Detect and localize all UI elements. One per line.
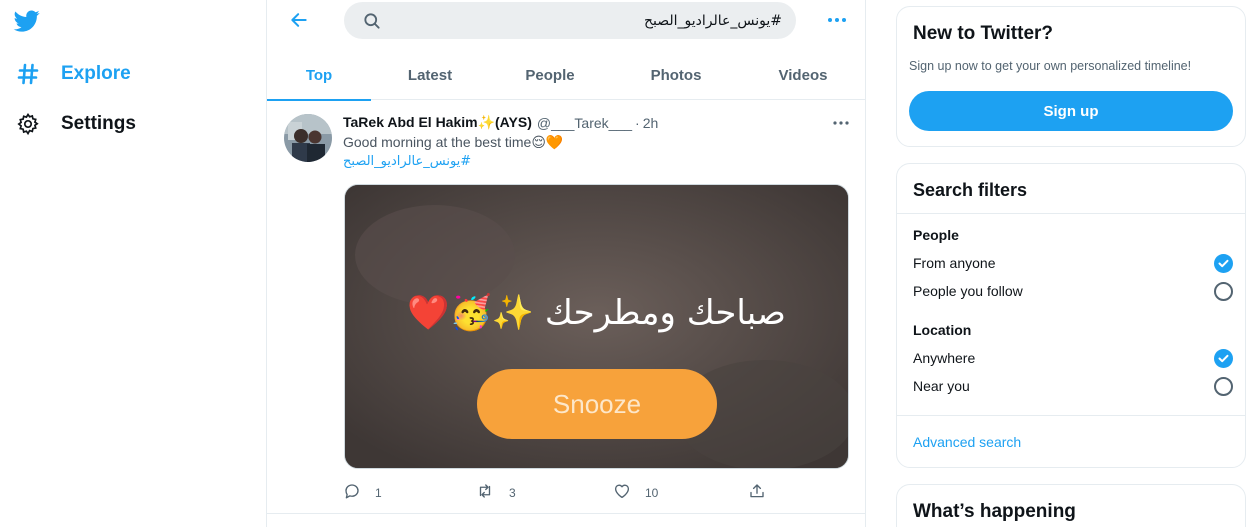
retweet-icon [475,482,509,503]
advanced-search-link[interactable]: Advanced search [913,434,1021,450]
signup-card-title: New to Twitter? [913,23,1054,44]
filter-people-you-follow[interactable]: People you follow [913,280,1233,302]
tweet[interactable]: TaRek Abd El Hakim✨(AYS) @___Tarek___ · … [267,100,865,514]
people-filter-label: People [913,227,959,243]
search-header [267,0,865,44]
main-column: Top Latest People Photos Videos TaRek Ab… [266,0,866,527]
reply-count: 1 [375,485,382,500]
share-button[interactable] [748,482,780,503]
snooze-button-graphic: Snooze [477,369,717,439]
avatar[interactable] [284,114,332,162]
whats-happening-title: What’s happening [913,501,1076,522]
next-tweet-preview[interactable] [267,515,865,527]
radio-unchecked-icon[interactable] [1214,376,1233,396]
radio-checked-icon[interactable] [1214,348,1233,368]
reply-icon [343,482,375,503]
filter-from-anyone[interactable]: From anyone [913,252,1233,274]
search-tabs: Top Latest People Photos Videos [267,50,865,101]
tab-photos[interactable]: Photos [611,50,741,100]
signup-card-subtitle: Sign up now to get your own personalized… [909,59,1192,73]
search-icon [362,11,382,31]
divider [897,213,1245,214]
tweet-text: Good morning at the best time😌🧡 [343,134,564,150]
search-bar[interactable] [344,2,796,39]
reply-button[interactable]: 1 [343,482,382,503]
nav-item-label: Settings [61,113,136,134]
tab-videos[interactable]: Videos [741,50,865,100]
radio-checked-icon[interactable] [1214,253,1233,273]
share-icon [748,482,780,503]
signup-card: New to Twitter? Sign up now to get your … [896,6,1246,147]
tweet-more-icon[interactable] [829,114,853,132]
tweet-media-image[interactable]: صباحك ومطرحك ✨🥳❤️ Snooze [344,184,849,469]
location-filter-label: Location [913,322,972,338]
nav-item-explore[interactable]: Explore [14,58,131,90]
divider [897,415,1245,416]
tweet-header: TaRek Abd El Hakim✨(AYS) @___Tarek___ · … [343,114,658,131]
gear-icon [14,110,42,138]
more-options-icon[interactable] [823,8,851,32]
radio-unchecked-icon[interactable] [1214,281,1233,301]
search-filters-card: Search filters People From anyone People… [896,163,1246,468]
hashtag-icon [14,60,42,88]
left-navigation: Explore Settings [0,0,266,527]
tweet-hashtag-link[interactable]: #يونس_عالراديو_الصبح [343,154,471,169]
tweet-separator: · [635,114,640,131]
back-arrow-icon[interactable] [285,6,313,34]
search-filters-title: Search filters [913,180,1028,200]
twitter-bird-icon[interactable] [12,8,42,34]
tweet-author-name[interactable]: TaRek Abd El Hakim✨(AYS) [343,114,532,131]
retweet-count: 3 [509,485,516,500]
tweet-author-handle[interactable]: @___Tarek___ [537,115,632,131]
search-input[interactable] [392,12,782,29]
tab-top[interactable]: Top [267,50,371,101]
filter-anywhere[interactable]: Anywhere [913,347,1233,369]
like-button[interactable]: 10 [613,482,658,503]
tweet-time[interactable]: 2h [643,115,659,131]
tab-people[interactable]: People [489,50,611,100]
right-sidebar: New to Twitter? Sign up now to get your … [866,0,1247,527]
media-caption: صباحك ومطرحك ✨🥳❤️ [407,293,786,333]
nav-item-settings[interactable]: Settings [14,108,136,140]
tab-latest[interactable]: Latest [371,50,489,100]
sign-up-button[interactable]: Sign up [909,91,1233,131]
whats-happening-card: What’s happening [896,484,1246,527]
like-count: 10 [645,485,659,500]
tweet-actions: 1 3 10 [343,482,783,502]
retweet-button[interactable]: 3 [475,482,516,503]
filter-near-you[interactable]: Near you [913,375,1233,397]
nav-item-label: Explore [61,63,131,84]
heart-icon [613,482,645,503]
